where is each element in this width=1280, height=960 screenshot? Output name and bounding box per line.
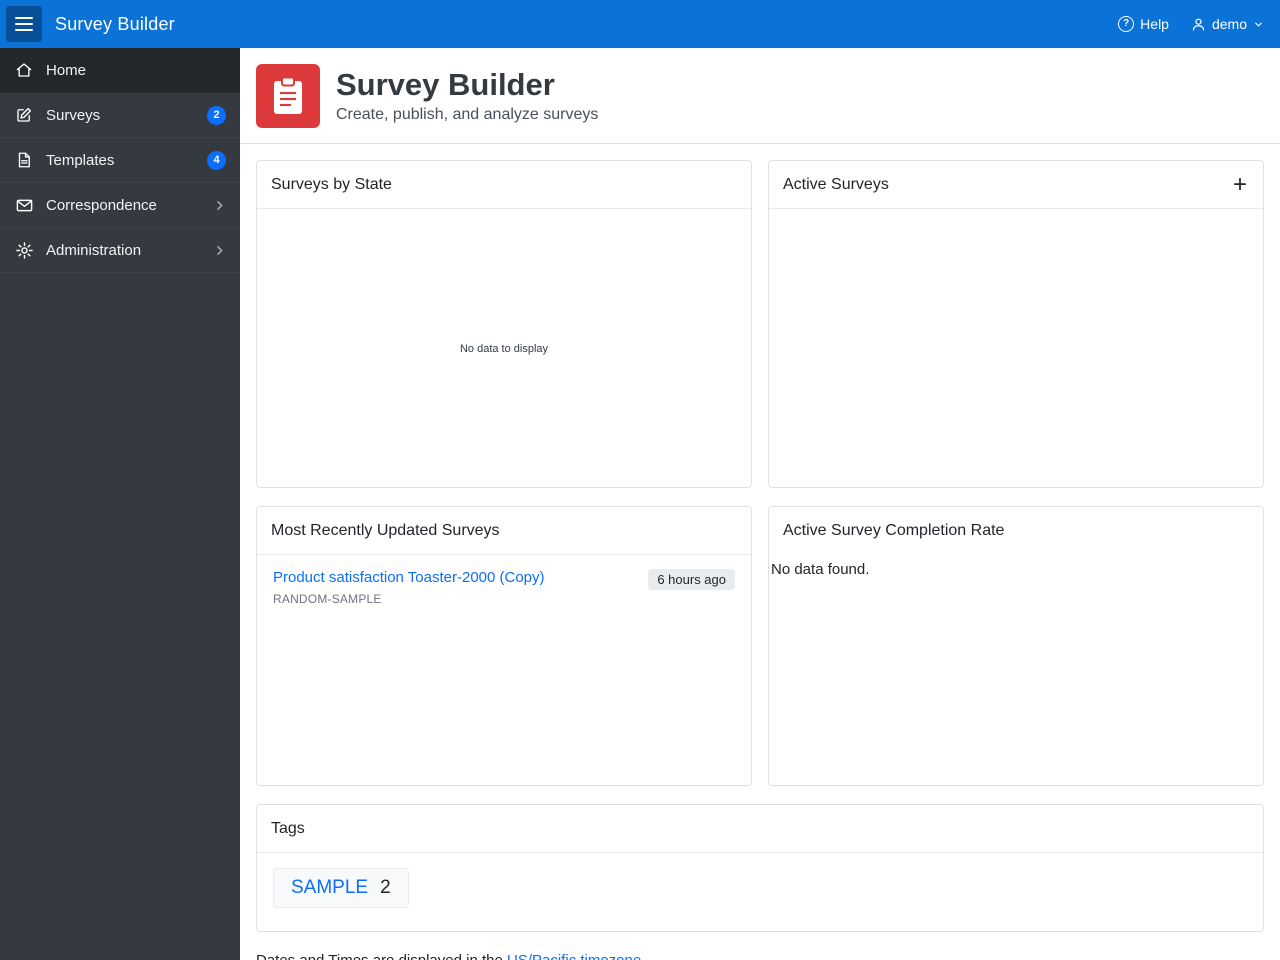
topbar-actions: ? Help demo <box>1118 16 1264 32</box>
main-content: Survey Builder Create, publish, and anal… <box>240 48 1280 960</box>
sidebar: Home Surveys 2 Templates 4 Correspondenc… <box>0 48 240 960</box>
app-title: Survey Builder <box>55 13 175 34</box>
survey-list-item: Product satisfaction Toaster-2000 (Copy)… <box>273 569 735 606</box>
user-icon <box>1192 18 1205 30</box>
recent-surveys-list: Product satisfaction Toaster-2000 (Copy)… <box>257 555 751 620</box>
sidebar-item-home[interactable]: Home <box>0 48 240 93</box>
sidebar-item-administration[interactable]: Administration <box>0 228 240 273</box>
app-root: Survey Builder ? Help demo Home Surveys … <box>0 0 1280 960</box>
card-title: Most Recently Updated Surveys <box>271 521 500 539</box>
home-icon <box>14 60 34 80</box>
hamburger-menu-button[interactable] <box>6 6 42 42</box>
timezone-note-text: Dates and Times are displayed in the <box>256 952 507 960</box>
chevron-right-icon <box>213 244 226 257</box>
card-title: Active Survey Completion Rate <box>783 522 1005 539</box>
time-badge: 6 hours ago <box>648 569 735 590</box>
add-survey-button[interactable]: + <box>1231 172 1249 197</box>
user-menu[interactable]: demo <box>1191 16 1264 32</box>
no-data-text: No data found. <box>771 561 870 578</box>
help-link[interactable]: ? Help <box>1118 16 1169 32</box>
tags-list: SAMPLE 2 <box>257 853 1263 923</box>
help-label: Help <box>1140 16 1169 32</box>
sidebar-item-label: Templates <box>46 151 115 169</box>
envelope-icon <box>14 195 34 215</box>
chevron-down-icon <box>1255 22 1262 26</box>
timezone-note: Dates and Times are displayed in the US/… <box>256 952 1280 960</box>
gear-icon <box>14 240 34 260</box>
card-title: Tags <box>271 819 305 837</box>
sidebar-item-label: Home <box>46 61 87 79</box>
clipboard-icon <box>256 63 320 128</box>
timezone-note-period: . <box>641 952 645 960</box>
card-active-surveys: Active Surveys + <box>768 160 1264 488</box>
chevron-right-icon <box>213 199 226 212</box>
document-icon <box>14 150 34 170</box>
user-label: demo <box>1211 16 1247 32</box>
page-subtitle: Create, publish, and analyze surveys <box>336 105 599 123</box>
survey-link[interactable]: Product satisfaction Toaster-2000 (Copy) <box>273 569 545 586</box>
sidebar-item-correspondence[interactable]: Correspondence <box>0 183 240 228</box>
timezone-link[interactable]: US/Pacific timezone <box>507 952 641 960</box>
sidebar-item-label: Surveys <box>46 106 101 124</box>
survey-tag-label: RANDOM-SAMPLE <box>273 592 382 606</box>
card-header: Tags <box>257 805 1263 853</box>
topbar: Survey Builder ? Help demo <box>0 0 1280 48</box>
card-header: Active Survey Completion Rate <box>769 507 1263 555</box>
dashboard-cards: Surveys by State No data to display Acti… <box>240 144 1280 948</box>
survey-item-main: Product satisfaction Toaster-2000 (Copy)… <box>273 569 545 606</box>
tag-label: SAMPLE <box>291 877 369 898</box>
completion-rate-body: No data found. <box>769 555 1263 578</box>
card-header: Surveys by State <box>257 161 751 209</box>
card-title: Active Surveys <box>783 175 889 193</box>
card-title: Surveys by State <box>271 175 392 193</box>
card-completion-rate: Active Survey Completion Rate No data fo… <box>768 506 1264 786</box>
help-icon: ? <box>1118 16 1135 32</box>
hamburger-icon <box>15 17 33 31</box>
sidebar-item-label: Administration <box>46 241 142 259</box>
sidebar-item-templates[interactable]: Templates 4 <box>0 138 240 183</box>
card-recent-surveys: Most Recently Updated Surveys Product sa… <box>256 506 752 786</box>
card-tags: Tags SAMPLE 2 <box>256 804 1264 932</box>
card-header: Most Recently Updated Surveys <box>257 507 751 555</box>
page-title: Survey Builder <box>336 67 555 103</box>
tag-chip-sample[interactable]: SAMPLE 2 <box>273 868 409 908</box>
card-surveys-by-state: Surveys by State No data to display <box>256 160 752 488</box>
sidebar-item-label: Correspondence <box>46 196 157 214</box>
page-header: Survey Builder Create, publish, and anal… <box>240 48 1280 144</box>
surveys-count-badge: 2 <box>207 105 226 125</box>
page-header-text: Survey Builder Create, publish, and anal… <box>336 67 598 124</box>
surveys-by-state-chart-area: No data to display <box>257 209 751 487</box>
card-header: Active Surveys + <box>769 161 1263 209</box>
edit-icon <box>14 105 34 125</box>
tag-count: 2 <box>380 877 391 898</box>
sidebar-item-surveys[interactable]: Surveys 2 <box>0 93 240 138</box>
no-data-text: No data to display <box>459 343 549 355</box>
templates-count-badge: 4 <box>207 150 226 170</box>
